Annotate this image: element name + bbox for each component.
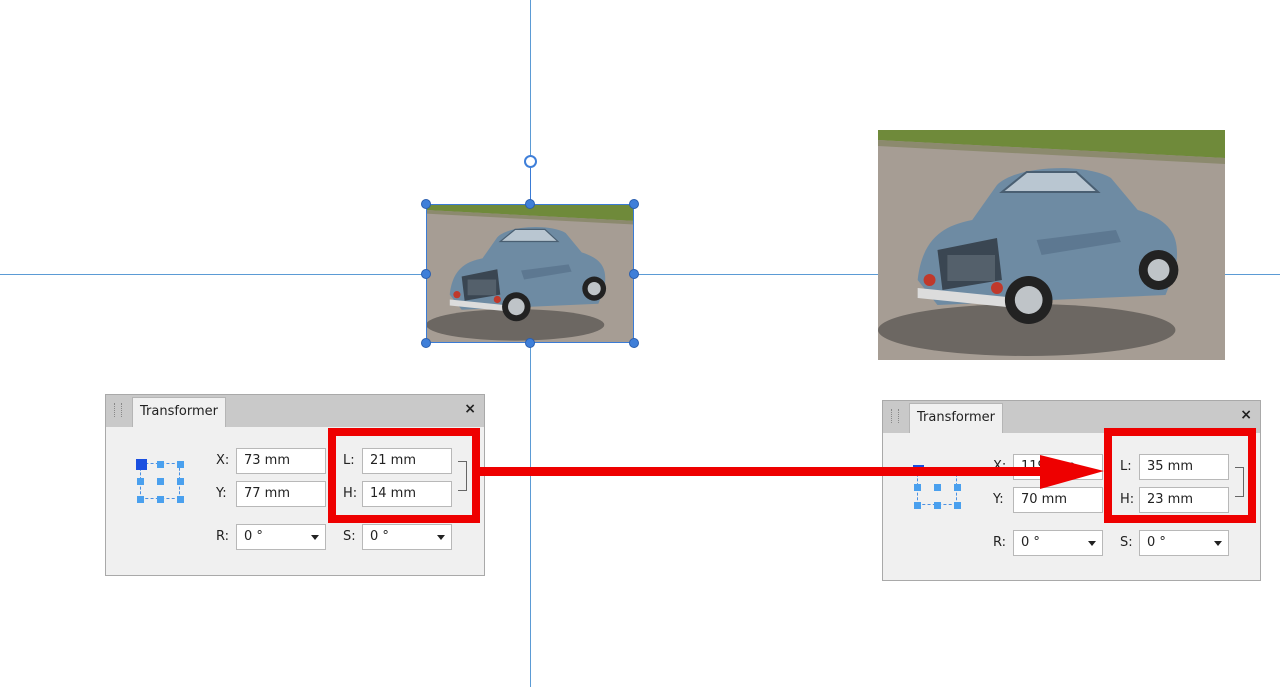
red-arrow bbox=[472, 455, 1104, 489]
